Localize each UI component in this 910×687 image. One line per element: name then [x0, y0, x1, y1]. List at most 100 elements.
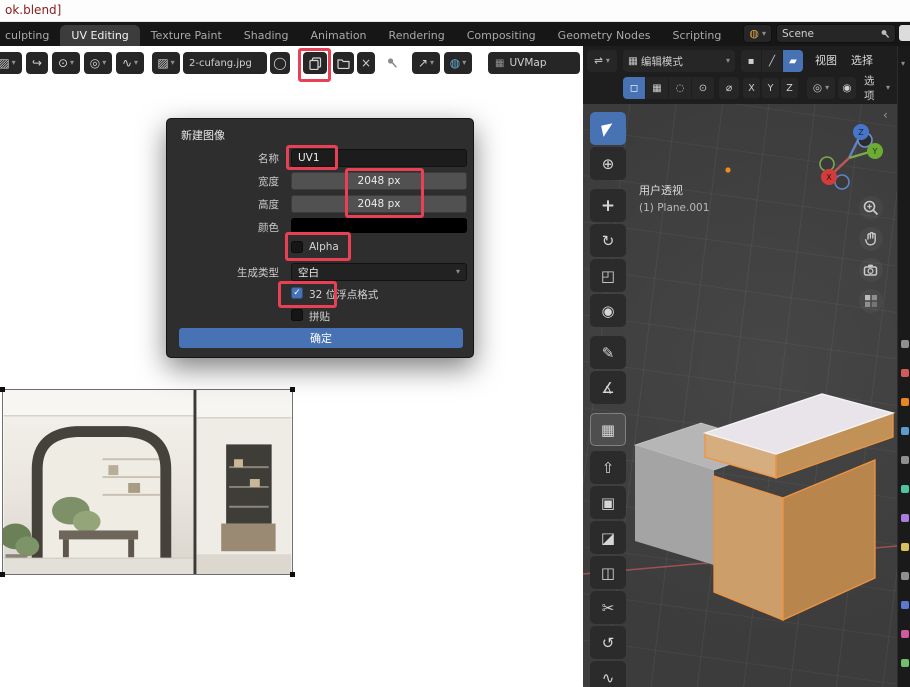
tool-scale[interactable]: ◰ — [590, 259, 626, 292]
properties-tab-icon-0[interactable] — [901, 340, 909, 348]
snap-dropdown[interactable]: ◎ ▾ — [84, 52, 112, 74]
axis-z-handle[interactable]: Z — [853, 124, 869, 140]
uvmap-selector[interactable]: ▦ UVMap — [488, 52, 580, 74]
tool-annotate[interactable]: ✎ — [590, 336, 626, 369]
color-swatch[interactable] — [291, 218, 467, 233]
select-box-button[interactable]: ▦ — [646, 77, 668, 99]
tool-measure[interactable]: ∡ — [590, 371, 626, 404]
edge-select-button[interactable]: ╱ — [762, 50, 782, 72]
height-input[interactable]: 2048 px — [291, 195, 467, 213]
vertex-select-button[interactable]: ▪ — [741, 50, 761, 72]
menu-view[interactable]: 视图 — [811, 50, 841, 72]
scene-name-field[interactable]: Scene — [776, 24, 896, 43]
axis-neg-z-handle[interactable] — [835, 175, 849, 189]
tool-move[interactable]: + — [590, 189, 626, 222]
mirror-z-button[interactable]: Z — [781, 78, 798, 98]
tool-smooth[interactable]: ∿ — [590, 661, 626, 687]
pan-button[interactable] — [859, 227, 883, 251]
tool-select-box[interactable]: ◤ — [590, 112, 626, 145]
viewport-canvas[interactable]: 用户透视 (1) Plane.001 Z Y — [583, 104, 897, 687]
tab-rendering[interactable]: Rendering — [378, 25, 456, 46]
zoom-button[interactable] — [859, 196, 883, 220]
proportional-edit-button-3d[interactable]: ◉ — [838, 77, 856, 99]
image-browser-dropdown[interactable]: ▨ ▾ — [152, 52, 180, 74]
mode-dropdown[interactable]: ▦ 编辑模式 ▾ — [623, 50, 735, 72]
tool-rotate[interactable]: ↻ — [590, 224, 626, 257]
uv-corner-handle[interactable] — [290, 387, 295, 392]
tab-animation[interactable]: Animation — [299, 25, 377, 46]
pin-button[interactable] — [382, 52, 402, 74]
camera-view-button[interactable] — [859, 258, 883, 282]
properties-tab-icon-3[interactable] — [901, 427, 909, 435]
orientation-dropdown[interactable]: ⇌ ▾ — [587, 50, 617, 72]
tool-cursor[interactable]: ⊕ — [590, 147, 626, 180]
tool-extrude-region[interactable]: ⇧ — [590, 451, 626, 484]
properties-tab-icon-10[interactable] — [901, 630, 909, 638]
pivot-point-dropdown[interactable]: ⊙ ▾ — [52, 52, 80, 74]
ok-button[interactable]: 确定 — [179, 328, 463, 348]
uv-corner-handle[interactable] — [290, 572, 295, 577]
tab-texture-paint[interactable]: Texture Paint — [140, 25, 233, 46]
snap-dropdown-3d[interactable]: ◎ ▾ — [807, 77, 835, 99]
properties-tab-icon-4[interactable] — [901, 456, 909, 464]
open-image-button[interactable] — [333, 52, 354, 74]
navigation-gizmo[interactable]: Z Y X — [815, 118, 887, 190]
uv-corner-handle[interactable] — [0, 572, 5, 577]
generated-type-dropdown[interactable]: 空白 ▾ — [291, 263, 467, 281]
axis-x-handle[interactable]: X — [821, 169, 837, 185]
new-image-button[interactable] — [303, 52, 327, 74]
unlink-image-button[interactable]: × — [357, 52, 375, 74]
uv-corner-handle[interactable] — [0, 387, 5, 392]
tab-geometry-nodes[interactable]: Geometry Nodes — [547, 25, 662, 46]
properties-tab-icon-7[interactable] — [901, 543, 909, 551]
lasso-select-icon: ⊙ — [699, 83, 707, 94]
scene-browser-dropdown[interactable]: ◍ ▾ — [743, 24, 772, 43]
tool-bevel[interactable]: ◪ — [590, 521, 626, 554]
sidebar-collapse-arrow[interactable]: ‹ — [883, 108, 888, 122]
fake-user-button[interactable]: ◯ — [270, 52, 290, 74]
overlays-dropdown[interactable]: ◍ ▾ — [444, 52, 472, 74]
mirror-x-button[interactable]: X — [743, 78, 760, 98]
tab-compositing[interactable]: Compositing — [456, 25, 547, 46]
ortho-grid-button[interactable] — [859, 289, 883, 313]
editor-type-dropdown[interactable]: ▨ ▾ — [0, 52, 22, 74]
tab-scripting[interactable]: Scripting — [661, 25, 732, 46]
mirror-y-button[interactable]: Y — [762, 78, 779, 98]
tab-uv-editing[interactable]: UV Editing — [60, 25, 139, 46]
gizmo-display-dropdown[interactable]: ↗ ▾ — [412, 52, 440, 74]
menu-select[interactable]: 选择 — [847, 50, 877, 72]
falloff-dropdown[interactable]: ∿ ▾ — [116, 52, 144, 74]
axis-y-handle[interactable]: Y — [867, 143, 883, 159]
tiled-checkbox[interactable] — [291, 309, 303, 321]
properties-tab-icon-2[interactable] — [901, 398, 909, 406]
image-name-field[interactable]: 2-cufang.jpg — [183, 52, 267, 74]
options-dropdown[interactable]: 选项 ▾ — [859, 77, 895, 99]
tool-transform[interactable]: ◉ — [590, 294, 626, 327]
tab-shading[interactable]: Shading — [233, 25, 300, 46]
pin-icon[interactable] — [880, 29, 890, 39]
properties-tab-icon-6[interactable] — [901, 514, 909, 522]
properties-tab-icon-1[interactable] — [901, 369, 909, 377]
width-input[interactable]: 2048 px — [291, 172, 467, 190]
name-input[interactable]: UV1 — [291, 149, 467, 167]
view-layer-icon[interactable] — [899, 25, 910, 41]
select-lasso-button[interactable]: ⊙ — [692, 77, 714, 99]
select-circle-button[interactable]: ◌ — [669, 77, 691, 99]
face-select-button[interactable]: ▰ — [783, 50, 803, 72]
axis-neg-y-handle[interactable] — [820, 157, 834, 171]
tool-add-cube[interactable]: ▦ — [590, 413, 626, 446]
tool-loop-cut[interactable]: ◫ — [590, 556, 626, 589]
alpha-checkbox[interactable] — [291, 241, 303, 253]
properties-tab-icon-11[interactable] — [901, 659, 909, 667]
float32-checkbox[interactable]: ✓ — [291, 287, 303, 299]
tab-sculpting[interactable]: culpting — [0, 25, 60, 46]
proportional-edit-button[interactable]: ↪ — [26, 52, 48, 74]
select-tweak-button[interactable]: ◻ — [623, 77, 645, 99]
properties-tab-icon-5[interactable] — [901, 485, 909, 493]
mirror-button[interactable]: ⌀ — [719, 77, 739, 99]
tool-spin[interactable]: ↺ — [590, 626, 626, 659]
properties-tab-icon-9[interactable] — [901, 601, 909, 609]
properties-tab-icon-8[interactable] — [901, 572, 909, 580]
tool-knife[interactable]: ✂ — [590, 591, 626, 624]
tool-inset-faces[interactable]: ▣ — [590, 486, 626, 519]
